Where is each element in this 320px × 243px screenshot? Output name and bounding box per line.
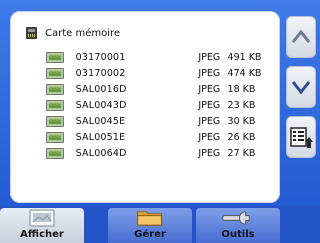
wrench-icon [222, 211, 250, 225]
image-file-icon [46, 147, 64, 159]
list-export-button[interactable] [286, 116, 316, 158]
file-type: JPEG [198, 147, 221, 159]
list-export-icon [290, 127, 313, 148]
file-list: 03170001 JPEG 491 KB 03170002 JPEG 474 K… [46, 49, 286, 161]
file-name: SAL0051E [75, 131, 126, 143]
image-file-icon [46, 131, 64, 143]
tab-afficher[interactable]: Afficher [0, 208, 84, 243]
arrow-up-icon [291, 29, 311, 43]
list-item[interactable]: SAL0051E JPEG 26 KB [46, 129, 286, 145]
list-item[interactable]: SAL0045E JPEG 30 KB [46, 113, 286, 129]
list-item[interactable]: SAL0043D JPEG 23 KB [46, 97, 286, 113]
file-size: 474 KB [227, 67, 262, 79]
image-file-icon [46, 67, 64, 79]
file-type: JPEG [198, 115, 221, 127]
list-item[interactable]: SAL0064D JPEG 27 KB [46, 145, 286, 161]
image-file-icon [46, 99, 64, 111]
file-type: JPEG [198, 99, 221, 111]
tab-label: Outils [221, 229, 255, 240]
file-type: JPEG [198, 67, 221, 79]
scroll-down-button[interactable] [286, 66, 316, 108]
file-size: 491 KB [227, 51, 262, 63]
file-type: JPEG [198, 51, 221, 63]
tab-outils[interactable]: Outils [196, 208, 280, 243]
device-screen: Carte mémoire 03170001 JPEG 491 KB 03170… [0, 0, 320, 243]
scroll-up-button[interactable] [286, 16, 316, 58]
memory-card-icon [26, 27, 37, 39]
list-item[interactable]: 03170002 JPEG 474 KB [46, 65, 286, 81]
arrow-down-icon [291, 81, 311, 95]
file-name: SAL0016D [75, 83, 127, 95]
file-type: JPEG [198, 131, 221, 143]
tab-gerer[interactable]: Gérer [108, 208, 192, 243]
list-item[interactable]: SAL0016D JPEG 18 KB [46, 81, 286, 97]
file-browser-panel: Carte mémoire 03170001 JPEG 491 KB 03170… [10, 11, 280, 203]
file-name: 03170001 [75, 51, 126, 63]
file-size: 30 KB [227, 115, 256, 127]
image-file-icon [46, 51, 64, 63]
file-name: SAL0045E [75, 115, 126, 127]
image-viewer-icon [29, 209, 55, 227]
folder-icon [137, 211, 162, 226]
storage-header: Carte mémoire [26, 25, 120, 41]
file-type: JPEG [198, 83, 221, 95]
image-file-icon [46, 83, 64, 95]
file-name: SAL0043D [75, 99, 127, 111]
tab-label: Gérer [134, 229, 166, 240]
file-name: 03170002 [75, 67, 126, 79]
image-file-icon [46, 115, 64, 127]
file-size: 18 KB [227, 83, 256, 95]
file-name: SAL0064D [75, 147, 127, 159]
file-size: 23 KB [227, 99, 256, 111]
file-size: 26 KB [227, 131, 256, 143]
storage-title: Carte mémoire [45, 27, 121, 39]
tab-label: Afficher [20, 229, 64, 240]
list-item[interactable]: 03170001 JPEG 491 KB [46, 49, 286, 65]
file-size: 27 KB [227, 147, 256, 159]
